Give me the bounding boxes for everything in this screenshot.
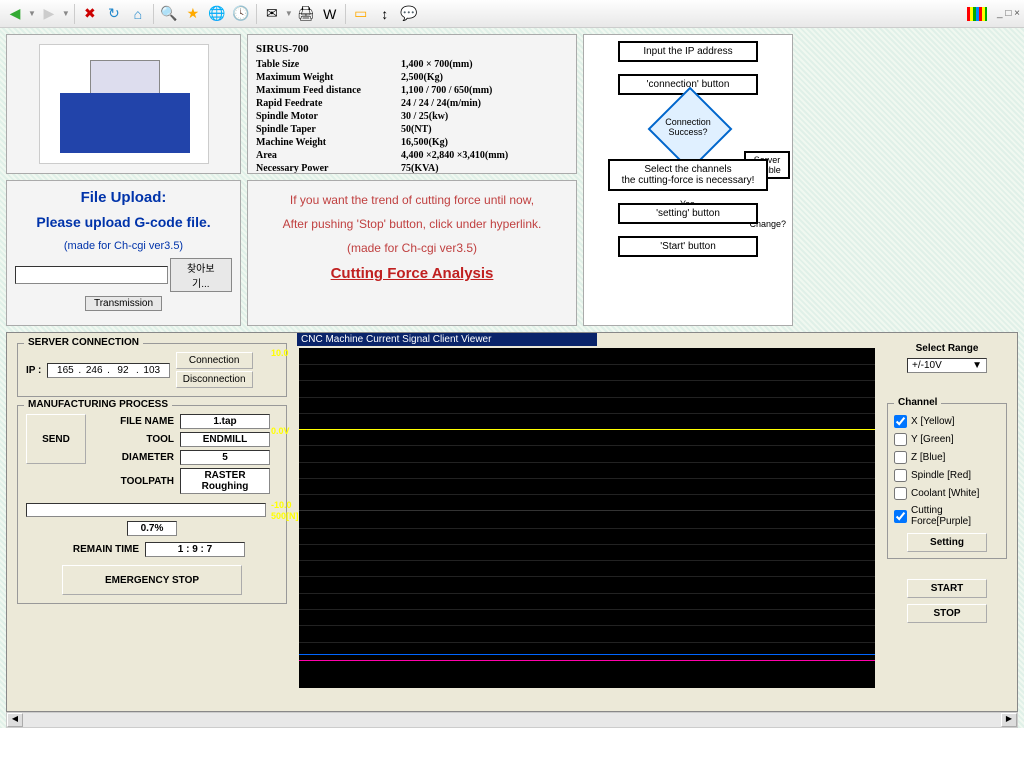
signal-chart: 10.0 0.0V -10.0 500[N] [299,348,875,688]
file-path-input[interactable] [15,266,168,284]
manufacturing-group: MANUFACTURING PROCESS SEND FILE NAME1.ta… [17,405,287,604]
edit-icon[interactable]: W [319,3,341,25]
progress-bar [26,503,266,517]
instr-line3: (made for Ch-cgi ver3.5) [260,241,564,255]
print-icon[interactable]: 🖨 [295,3,317,25]
mail-icon[interactable]: ✉ [261,3,283,25]
windows-flag-icon [967,7,987,21]
ip-input[interactable]: 165.246.92.103 [47,363,169,378]
client-viewer-app: SERVER CONNECTION IP : 165.246.92.103 Co… [6,332,1018,712]
ip-label: IP : [26,365,41,376]
forward-icon[interactable]: ▶ [38,3,60,25]
instruction-panel: If you want the trend of cutting force u… [247,180,577,326]
server-connection-group: SERVER CONNECTION IP : 165.246.92.103 Co… [17,343,287,397]
flow-input-ip: Input the IP address [618,41,758,62]
upload-note: (made for Ch-cgi ver3.5) [15,240,232,252]
start-button[interactable]: START [907,579,987,598]
transmission-button[interactable]: Transmission [85,296,162,311]
upload-subtitle: Please upload G-code file. [15,214,232,230]
channel-checkbox[interactable]: X [Yellow] [894,415,1000,428]
instr-line1: If you want the trend of cutting force u… [260,193,564,207]
viewer-title: CNC Machine Current Signal Client Viewer [297,333,597,346]
spec-panel: SIRUS-700 Table Size1,400 × 700(mm)Maxim… [247,34,577,174]
range-label: Select Range [887,343,1007,354]
horizontal-scrollbar[interactable]: ◀▶ [6,712,1018,728]
upload-title: File Upload: [15,189,232,206]
history-icon[interactable]: 🕓 [230,3,252,25]
channel-checkbox[interactable]: Z [Blue] [894,451,1000,464]
browser-toolbar: ◀ ▼ ▶ ▼ ✖ ↻ ⌂ 🔍 ★ 🌐 🕓 ✉ ▼ 🖨 W ▭ ↕ 💬 _ □ … [0,0,1024,28]
window-controls[interactable]: _ □ × [997,8,1020,19]
flowchart-panel: Input the IP address 'connection' button… [583,34,793,326]
trace-cutting-force [299,660,875,661]
channel-checkbox[interactable]: Spindle [Red] [894,469,1000,482]
connection-button[interactable]: Connection [176,352,253,369]
page-content: File Upload: Please upload G-code file. … [0,28,1024,728]
remain-time: 1 : 9 : 7 [145,542,245,557]
flow-decision: Connection Success? [648,107,728,147]
file-upload-panel: File Upload: Please upload G-code file. … [6,180,241,326]
favorites-icon[interactable]: ★ [182,3,204,25]
back-icon[interactable]: ◀ [4,3,26,25]
messenger-icon[interactable]: 💬 [398,3,420,25]
emergency-stop-button[interactable]: EMERGENCY STOP [62,565,242,595]
cnc-machine-image [39,44,209,164]
machine-image-panel [6,34,241,174]
flow-select-channels: Select the channelsthe cutting-force is … [608,159,768,191]
send-button[interactable]: SEND [26,414,86,464]
note-icon[interactable]: ▭ [350,3,372,25]
channel-group: Channel X [Yellow]Y [Green]Z [Blue]Spind… [887,403,1007,559]
flow-start-btn: 'Start' button [618,236,758,257]
trace-x-yellow [299,429,875,430]
channel-checkbox[interactable]: Y [Green] [894,433,1000,446]
range-select[interactable]: +/-10V▼ [907,358,987,373]
globe-icon[interactable]: 🌐 [206,3,228,25]
arrow-icon[interactable]: ↕ [374,3,396,25]
refresh-icon[interactable]: ↻ [103,3,125,25]
disconnection-button[interactable]: Disconnection [176,371,253,388]
flow-setting-btn: 'setting' button [618,203,758,224]
channel-checkbox[interactable]: Coolant [White] [894,487,1000,500]
home-icon[interactable]: ⌂ [127,3,149,25]
setting-button[interactable]: Setting [907,533,987,552]
search-icon[interactable]: 🔍 [158,3,180,25]
cutting-force-link[interactable]: Cutting Force Analysis [331,265,494,282]
browse-button[interactable]: 찾아보기... [170,258,232,292]
stop-button[interactable]: STOP [907,604,987,623]
instr-line2: After pushing 'Stop' button, click under… [260,217,564,231]
progress-percent: 0.7% [127,521,177,536]
spec-title: SIRUS-700 [256,43,309,56]
channel-checkbox[interactable]: Cutting Force[Purple] [894,505,1000,527]
trace-blue [299,654,875,655]
stop-icon[interactable]: ✖ [79,3,101,25]
